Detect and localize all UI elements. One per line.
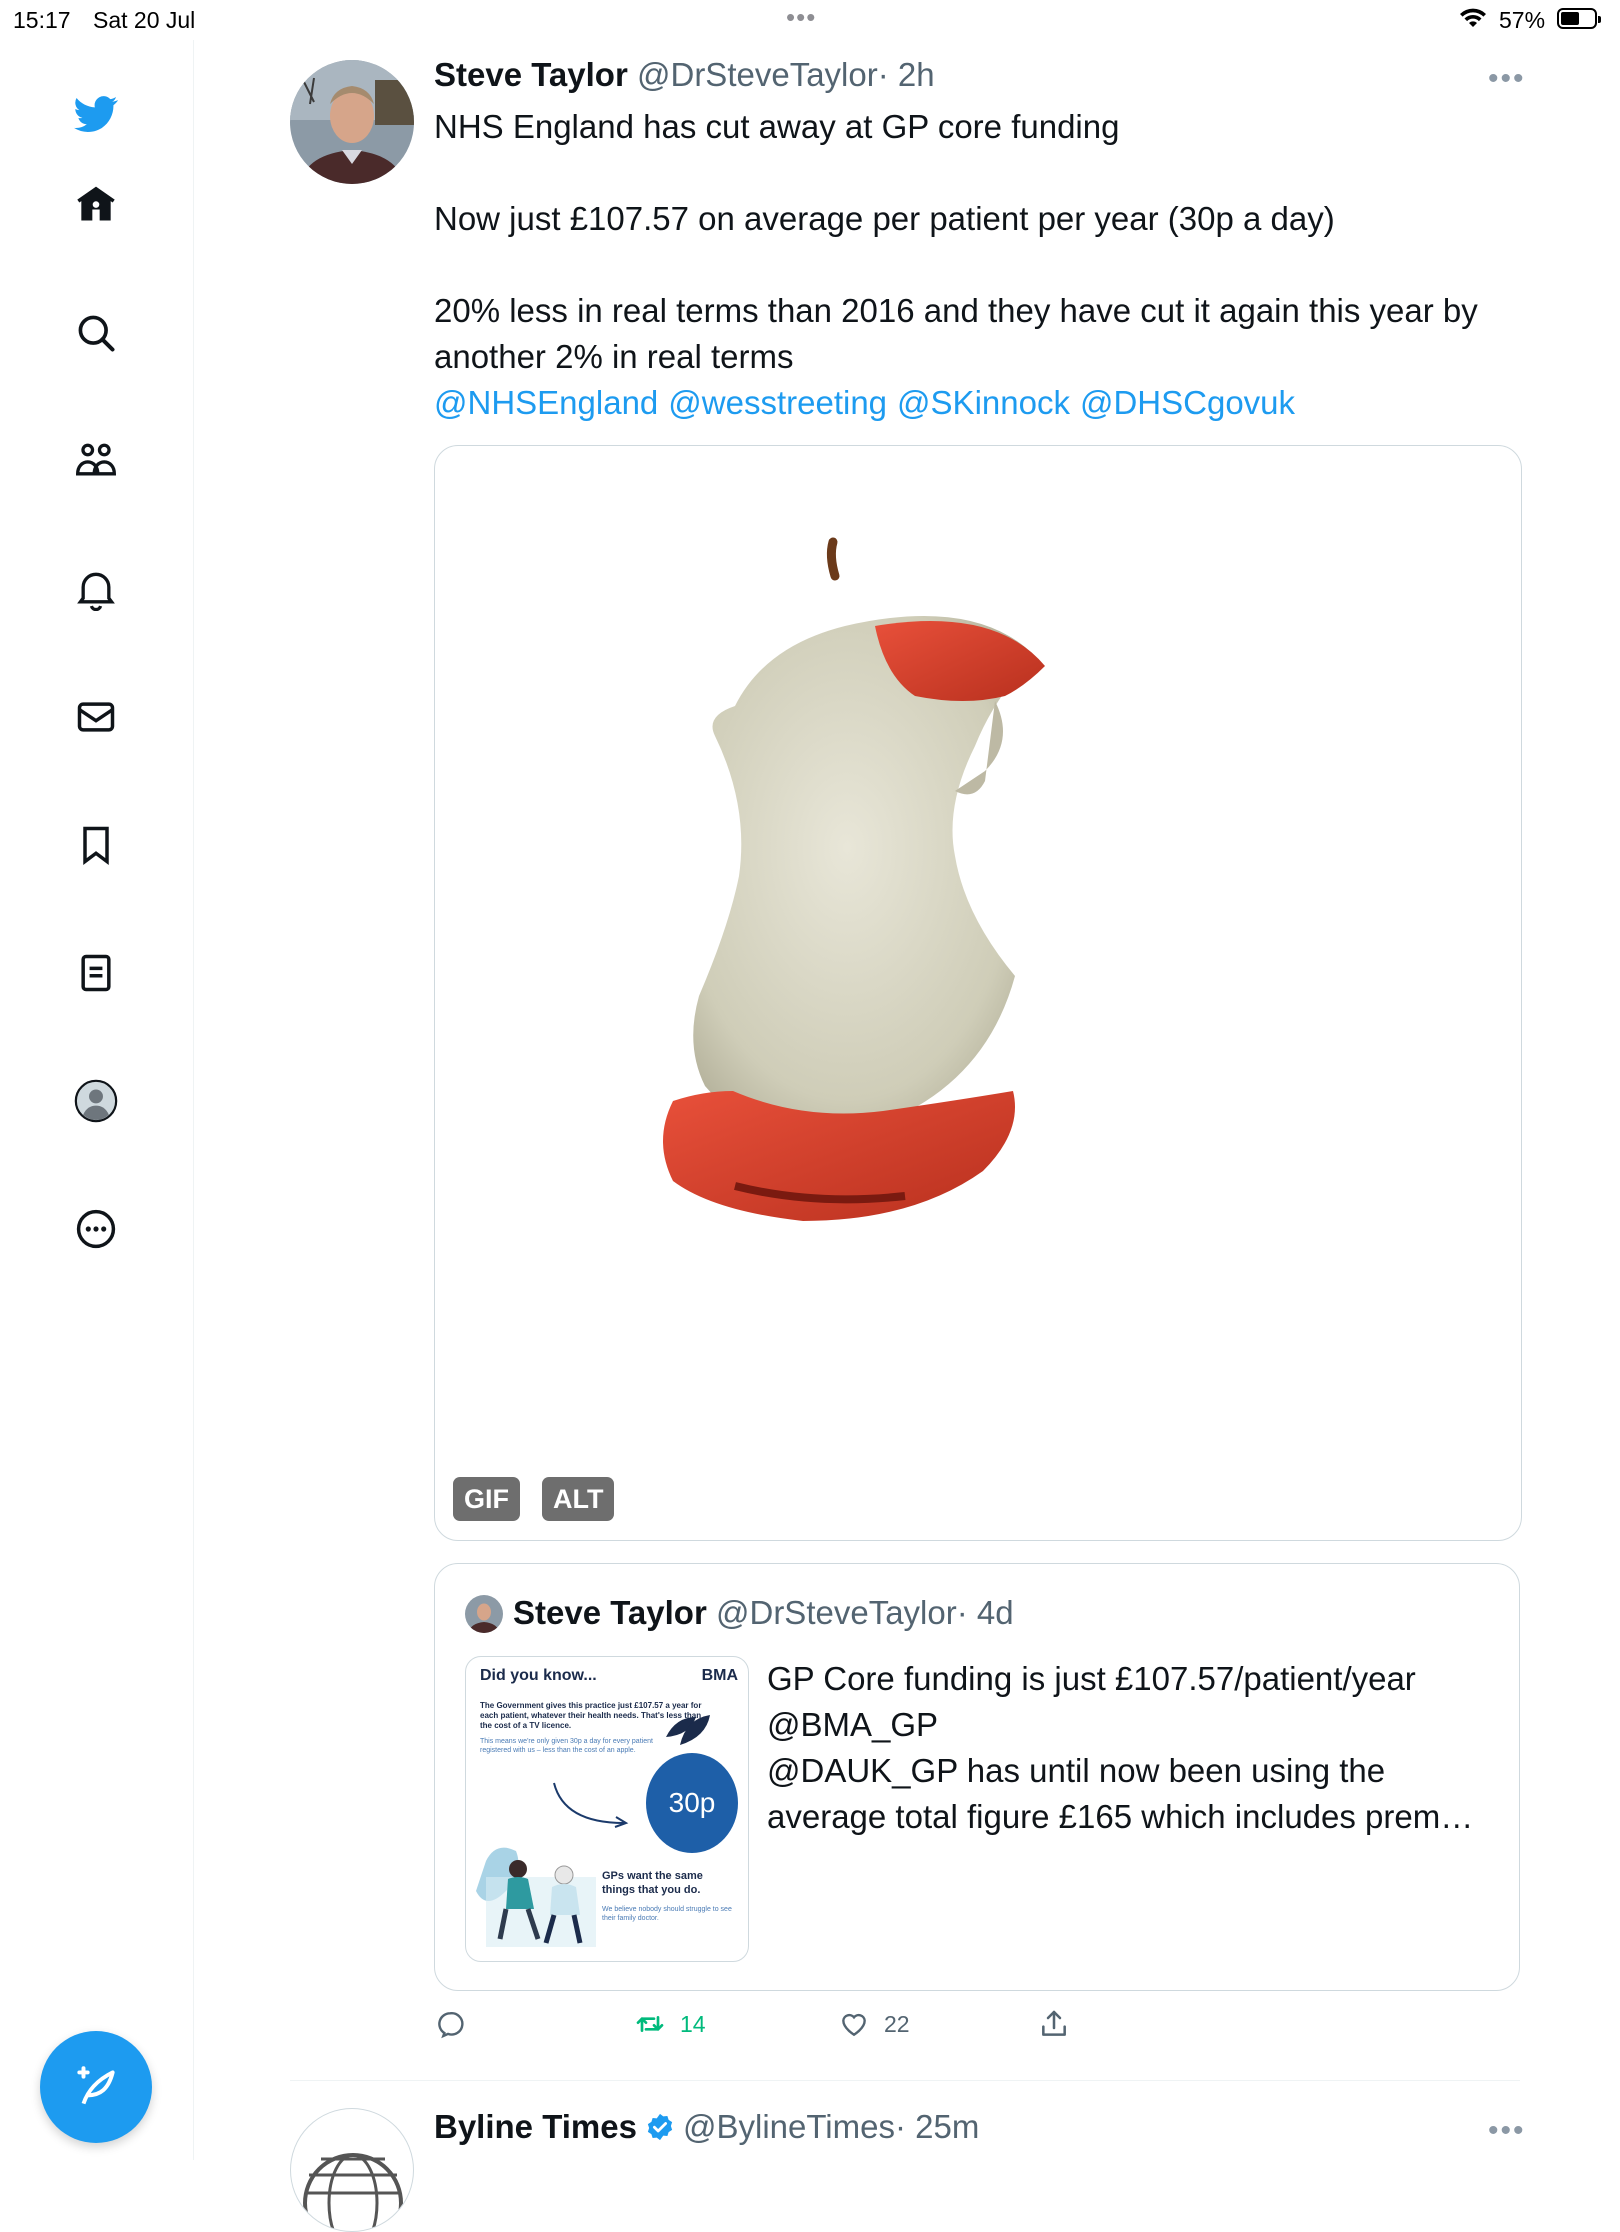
tweet-time[interactable]: · 2h	[878, 56, 935, 93]
status-bar: 15:17 Sat 20 Jul ••• 57%	[0, 0, 1620, 40]
gif-badge: GIF	[453, 1477, 520, 1521]
wifi-icon	[1460, 8, 1486, 27]
tweet-gif[interactable]: GIF ALT	[434, 445, 1522, 1541]
tweet-more-icon[interactable]: •••	[1488, 2114, 1526, 2148]
quoted-text-line: @DAUK_GP has until now been using the	[767, 1752, 1386, 1789]
tweet-time[interactable]: · 25m	[895, 2108, 979, 2145]
battery-percent: 57%	[1499, 7, 1546, 33]
notifications-icon[interactable]	[70, 563, 122, 615]
thumb-footer: We believe nobody should struggle to see…	[602, 1906, 732, 1922]
lists-icon[interactable]	[70, 947, 122, 999]
status-date: Sat 20 Jul	[93, 7, 196, 33]
mention-link[interactable]: @DHSCgovuk	[1080, 384, 1295, 421]
author-handle[interactable]: @BylineTimes	[683, 2108, 895, 2145]
quoted-author-handle: @DrSteveTaylor	[715, 1594, 957, 1631]
author-handle[interactable]: @DrSteveTaylor	[637, 56, 878, 93]
author-avatar[interactable]	[290, 60, 414, 184]
quoted-tweet[interactable]: Steve Taylor @DrSteveTaylor· 4d Did you …	[434, 1563, 1520, 1991]
retweet-icon	[636, 2016, 664, 2032]
like-count: 22	[884, 2010, 910, 2037]
mention-link[interactable]: @SKinnock	[897, 384, 1070, 421]
tweet-more-icon[interactable]: •••	[1488, 62, 1526, 96]
tweet-actions: 14 22	[434, 2008, 1534, 2052]
tweet-header: Steve Taylor @DrSteveTaylor· 2h	[434, 56, 935, 94]
thumb-apple-label: 30p	[668, 1787, 716, 1818]
twitter-logo-icon[interactable]	[70, 88, 122, 140]
share-button[interactable]	[1038, 2008, 1070, 2040]
author-avatar[interactable]	[290, 2108, 414, 2232]
quoted-author-avatar	[465, 1595, 503, 1633]
retweet-button[interactable]: 14	[634, 2008, 706, 2040]
messages-icon[interactable]	[70, 691, 122, 743]
globe-logo-icon	[303, 2153, 403, 2231]
battery-level	[1561, 12, 1580, 25]
mention-link[interactable]: @wesstreeting	[668, 384, 887, 421]
tweet-text-line: NHS England has cut away at GP core fund…	[434, 108, 1120, 145]
retweet-count: 14	[680, 2010, 706, 2037]
more-icon[interactable]	[70, 1203, 122, 1255]
eaten-apple-core-gif	[663, 537, 1045, 1221]
communities-icon[interactable]	[70, 435, 122, 487]
multitasking-dots[interactable]: •••	[786, 2, 816, 33]
mention-link[interactable]: @NHSEngland	[434, 384, 658, 421]
reply-icon	[438, 2012, 464, 2039]
tweet-text-line: Now just £107.57 on average per patient …	[434, 200, 1335, 237]
tweet-text: NHS England has cut away at GP core fund…	[434, 104, 1534, 426]
thumb-cta: GPs want the same things that you do.	[602, 1870, 703, 1896]
compose-tweet-icon	[77, 2066, 115, 2105]
author-name[interactable]: Steve Taylor	[434, 56, 628, 93]
quoted-author-name: Steve Taylor	[513, 1594, 707, 1631]
bookmarks-icon[interactable]	[70, 819, 122, 871]
search-icon[interactable]	[70, 307, 122, 359]
author-name[interactable]: Byline Times	[434, 2108, 637, 2145]
verified-badge-icon	[647, 2113, 673, 2141]
quoted-text-line: GP Core funding is just £107.57/patient/…	[767, 1660, 1416, 1697]
like-button[interactable]: 22	[838, 2008, 910, 2040]
home-icon[interactable]	[70, 178, 122, 230]
quoted-tweet-text: GP Core funding is just £107.57/patient/…	[767, 1656, 1497, 1840]
share-icon	[1042, 2010, 1066, 2036]
quoted-tweet-time: · 4d	[956, 1594, 1014, 1631]
alt-badge[interactable]: ALT	[542, 1477, 615, 1521]
tweet-header: Byline Times @BylineTimes· 25m	[434, 2108, 979, 2146]
like-icon	[842, 2013, 866, 2037]
quoted-tweet-image[interactable]: Did you know... BMA The Government gives…	[465, 1656, 749, 1962]
compose-tweet-button[interactable]	[40, 2031, 152, 2143]
sidebar-nav	[0, 40, 194, 2160]
quoted-text-line: average total figure £165 which includes…	[767, 1798, 1474, 1835]
battery-icon	[1557, 8, 1601, 29]
tweet-text-line: 20% less in real terms than 2016 and the…	[434, 292, 1478, 375]
profile-icon[interactable]	[70, 1075, 122, 1127]
tweet-divider	[290, 2080, 1520, 2081]
quoted-tweet-header: Steve Taylor @DrSteveTaylor· 4d	[513, 1594, 1014, 1632]
status-time: 15:17	[13, 7, 71, 33]
quoted-text-line: @BMA_GP	[767, 1706, 939, 1743]
reply-button[interactable]	[434, 2008, 480, 2040]
tweet-mentions: @NHSEngland @wesstreeting @SKinnock @DHSCgo…	[434, 380, 1534, 426]
